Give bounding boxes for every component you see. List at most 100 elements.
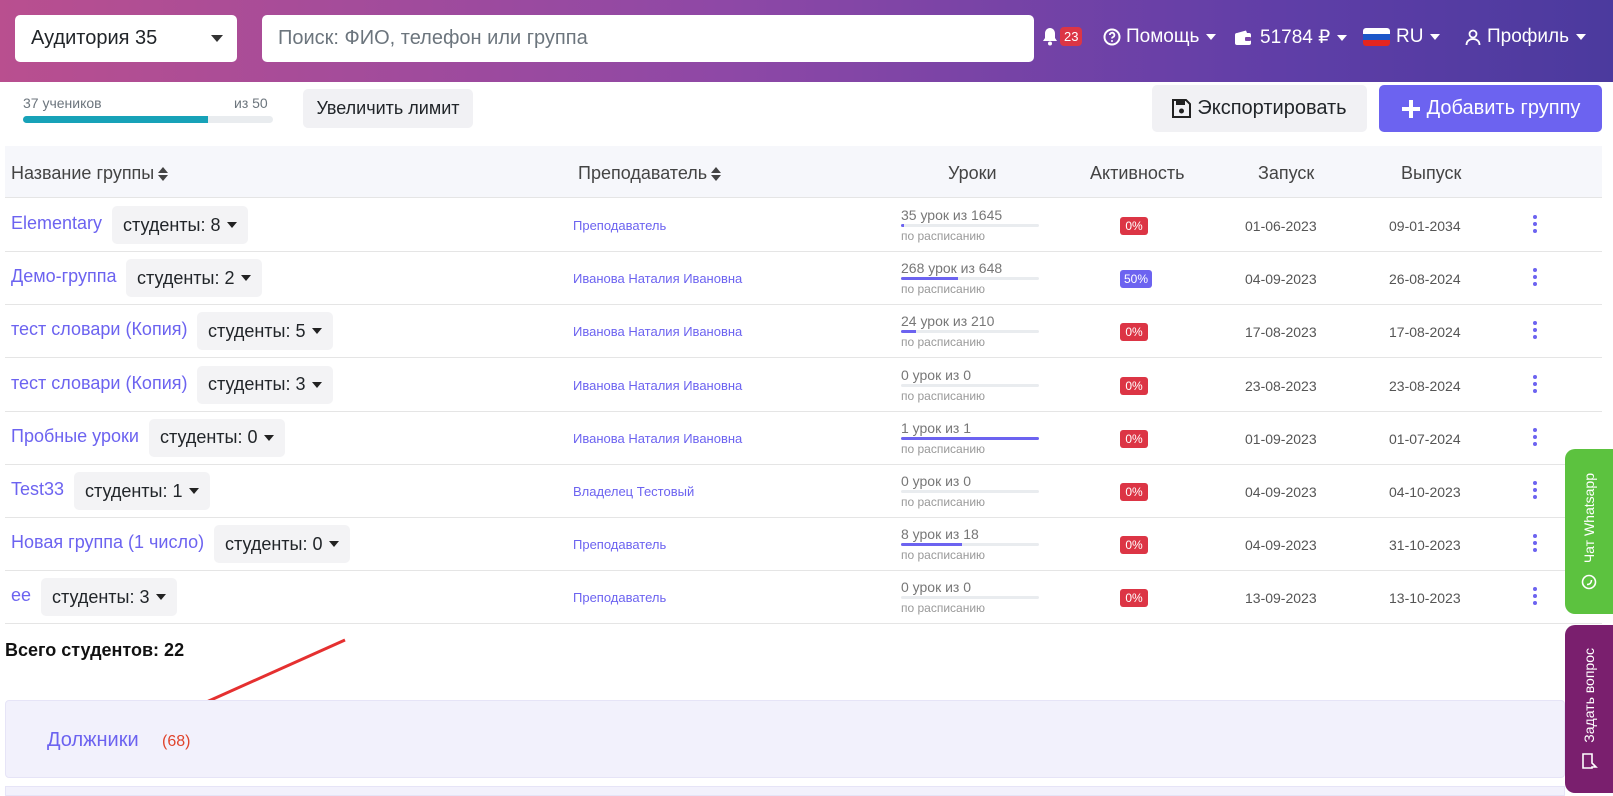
group-name-link[interactable]: Elementary [11,213,102,234]
lessons-count: 8 урок из 18 [901,526,979,543]
teacher-link[interactable]: Преподаватель [573,590,666,605]
lessons-schedule: по расписанию [901,229,986,243]
chevron-down-icon [1337,34,1348,41]
row-menu-icon[interactable] [1532,427,1538,448]
lessons-schedule: по расписанию [901,495,986,509]
row-menu-icon[interactable] [1532,268,1538,288]
teacher-link[interactable]: Иванова Наталия Ивановна [573,431,742,446]
chevron-down-icon [311,328,322,335]
teacher-link[interactable]: Преподаватель [573,218,666,233]
teacher-link[interactable]: Иванова Наталия Ивановна [573,378,742,393]
search-input[interactable] [262,15,1034,62]
lessons-progress: 0 урок из 0 по расписанию [901,473,1039,509]
classroom-select[interactable]: Аудитория 35 [15,15,237,62]
notifications-button[interactable]: 23 [1041,27,1083,46]
lessons-progress: 1 урок из 1 по расписанию [901,420,1039,456]
lessons-progress-track [901,596,1039,600]
wallet-icon [1235,30,1251,45]
lessons-count: 0 урок из 0 [901,473,972,489]
sort-icon [158,167,169,182]
column-header-teacher[interactable]: Преподаватель [578,163,722,184]
activity-badge: 0% [1120,589,1148,608]
chevron-down-icon [1430,34,1441,40]
activity-badge: 0% [1120,483,1148,501]
chevron-down-icon [211,35,223,42]
add-group-button[interactable]: Добавить группу [1379,85,1602,132]
row-menu-icon[interactable] [1532,321,1538,341]
lessons-progress-track [901,330,1039,334]
table-row: ее студенты: 3 Преподаватель 0 урок из 0 по … [5,571,1602,625]
students-dropdown-label: студенты: 0 [160,427,258,448]
export-button[interactable]: Экспортировать [1152,85,1367,132]
export-label: Экспортировать [1197,97,1347,119]
chevron-down-icon [188,488,199,494]
students-dropdown-label: студенты: 0 [225,533,323,554]
group-name-link[interactable]: Пробные уроки [11,426,139,447]
teacher-link[interactable]: Иванова Наталия Ивановна [573,271,742,286]
increase-limit-button[interactable]: Увеличить лимит [303,89,473,128]
lessons-progress-track [901,224,1039,227]
row-menu-icon[interactable] [1532,215,1538,235]
row-menu-icon[interactable] [1532,534,1538,554]
group-name-link[interactable]: тест словари (Копия) [11,373,187,394]
teacher-link[interactable]: Владелец Тестовый [573,484,694,499]
teacher-link[interactable]: Иванова Наталия Ивановна [573,324,742,339]
row-menu-icon[interactable] [1532,374,1538,395]
students-dropdown[interactable]: студенты: 3 [197,365,333,404]
lessons-progress: 268 урок из 648 по расписанию [901,260,1039,296]
debtors-link[interactable]: Должники [47,729,139,752]
start-date: 01-09-2023 [1245,430,1317,447]
whatsapp-chat-tab[interactable]: Чат Whatsapp [1565,449,1613,614]
row-menu-icon[interactable] [1532,481,1538,501]
lessons-progress: 0 урок из 0 по расписанию [901,579,1039,615]
chevron-down-icon [1206,34,1217,40]
chevron-down-icon [263,434,274,441]
group-name-link[interactable]: Test33 [11,479,64,500]
help-menu[interactable]: Помощь [1103,26,1217,48]
students-limit-progress-fill [23,116,208,123]
activity-badge: 0% [1120,323,1148,342]
row-menu-icon[interactable] [1532,587,1538,607]
students-dropdown[interactable]: студенты: 0 [149,418,285,457]
lessons-count: 1 урок из 1 [901,419,972,436]
students-dropdown[interactable]: студенты: 1 [74,472,210,510]
activity-badge: 0% [1120,217,1148,235]
lessons-progress-track [901,543,1039,547]
column-header-end: Выпуск [1401,163,1462,183]
start-date: 23-08-2023 [1245,377,1317,394]
ask-question-tab[interactable]: Задать вопрос [1565,625,1613,793]
lessons-progress-fill [901,277,958,281]
end-date: 17-08-2024 [1389,324,1461,341]
students-dropdown-label: студенты: 2 [137,267,235,288]
students-dropdown[interactable]: студенты: 5 [197,312,333,351]
students-dropdown[interactable]: студенты: 0 [214,525,350,564]
group-name-link[interactable]: Демо-группа [11,266,116,287]
classroom-select-value: Аудитория 35 [31,27,158,49]
group-name-link[interactable]: Новая группа (1 число) [11,532,204,553]
group-name-link[interactable]: ее [11,585,31,606]
teacher-link[interactable]: Преподаватель [573,537,666,552]
column-header-activity: Активность [1090,163,1185,183]
table-row: Test33 студенты: 1 Владелец Тестовый 0 урок… [5,465,1602,518]
students-dropdown[interactable]: студенты: 8 [112,206,248,244]
lessons-progress: 8 урок из 18 по расписанию [901,526,1039,562]
chat-bubble-icon [1582,753,1598,770]
increase-limit-label: Увеличить лимит [316,98,460,118]
question-circle-icon [1103,28,1121,46]
table-row: Пробные уроки студенты: 0 Иванова Наталия … [5,412,1602,465]
lessons-count: 0 урок из 0 [901,579,972,596]
language-menu[interactable]: RU [1363,26,1441,48]
activity-badge: 0% [1120,429,1148,448]
lessons-schedule: по расписанию [901,282,986,297]
students-dropdown[interactable]: студенты: 2 [126,259,262,298]
group-name-link[interactable]: тест словари (Копия) [11,319,187,340]
chevron-down-icon [226,222,237,228]
lessons-progress-fill [901,330,917,334]
column-header-name[interactable]: Название группы [11,163,169,184]
balance-menu[interactable]: 51784 ₽ [1234,26,1348,49]
profile-menu[interactable]: Профиль [1465,26,1587,48]
lessons-progress-fill [901,543,962,547]
column-header-start: Запуск [1258,163,1315,183]
students-dropdown[interactable]: студенты: 3 [41,578,177,617]
lessons-schedule: по расписанию [901,548,986,563]
